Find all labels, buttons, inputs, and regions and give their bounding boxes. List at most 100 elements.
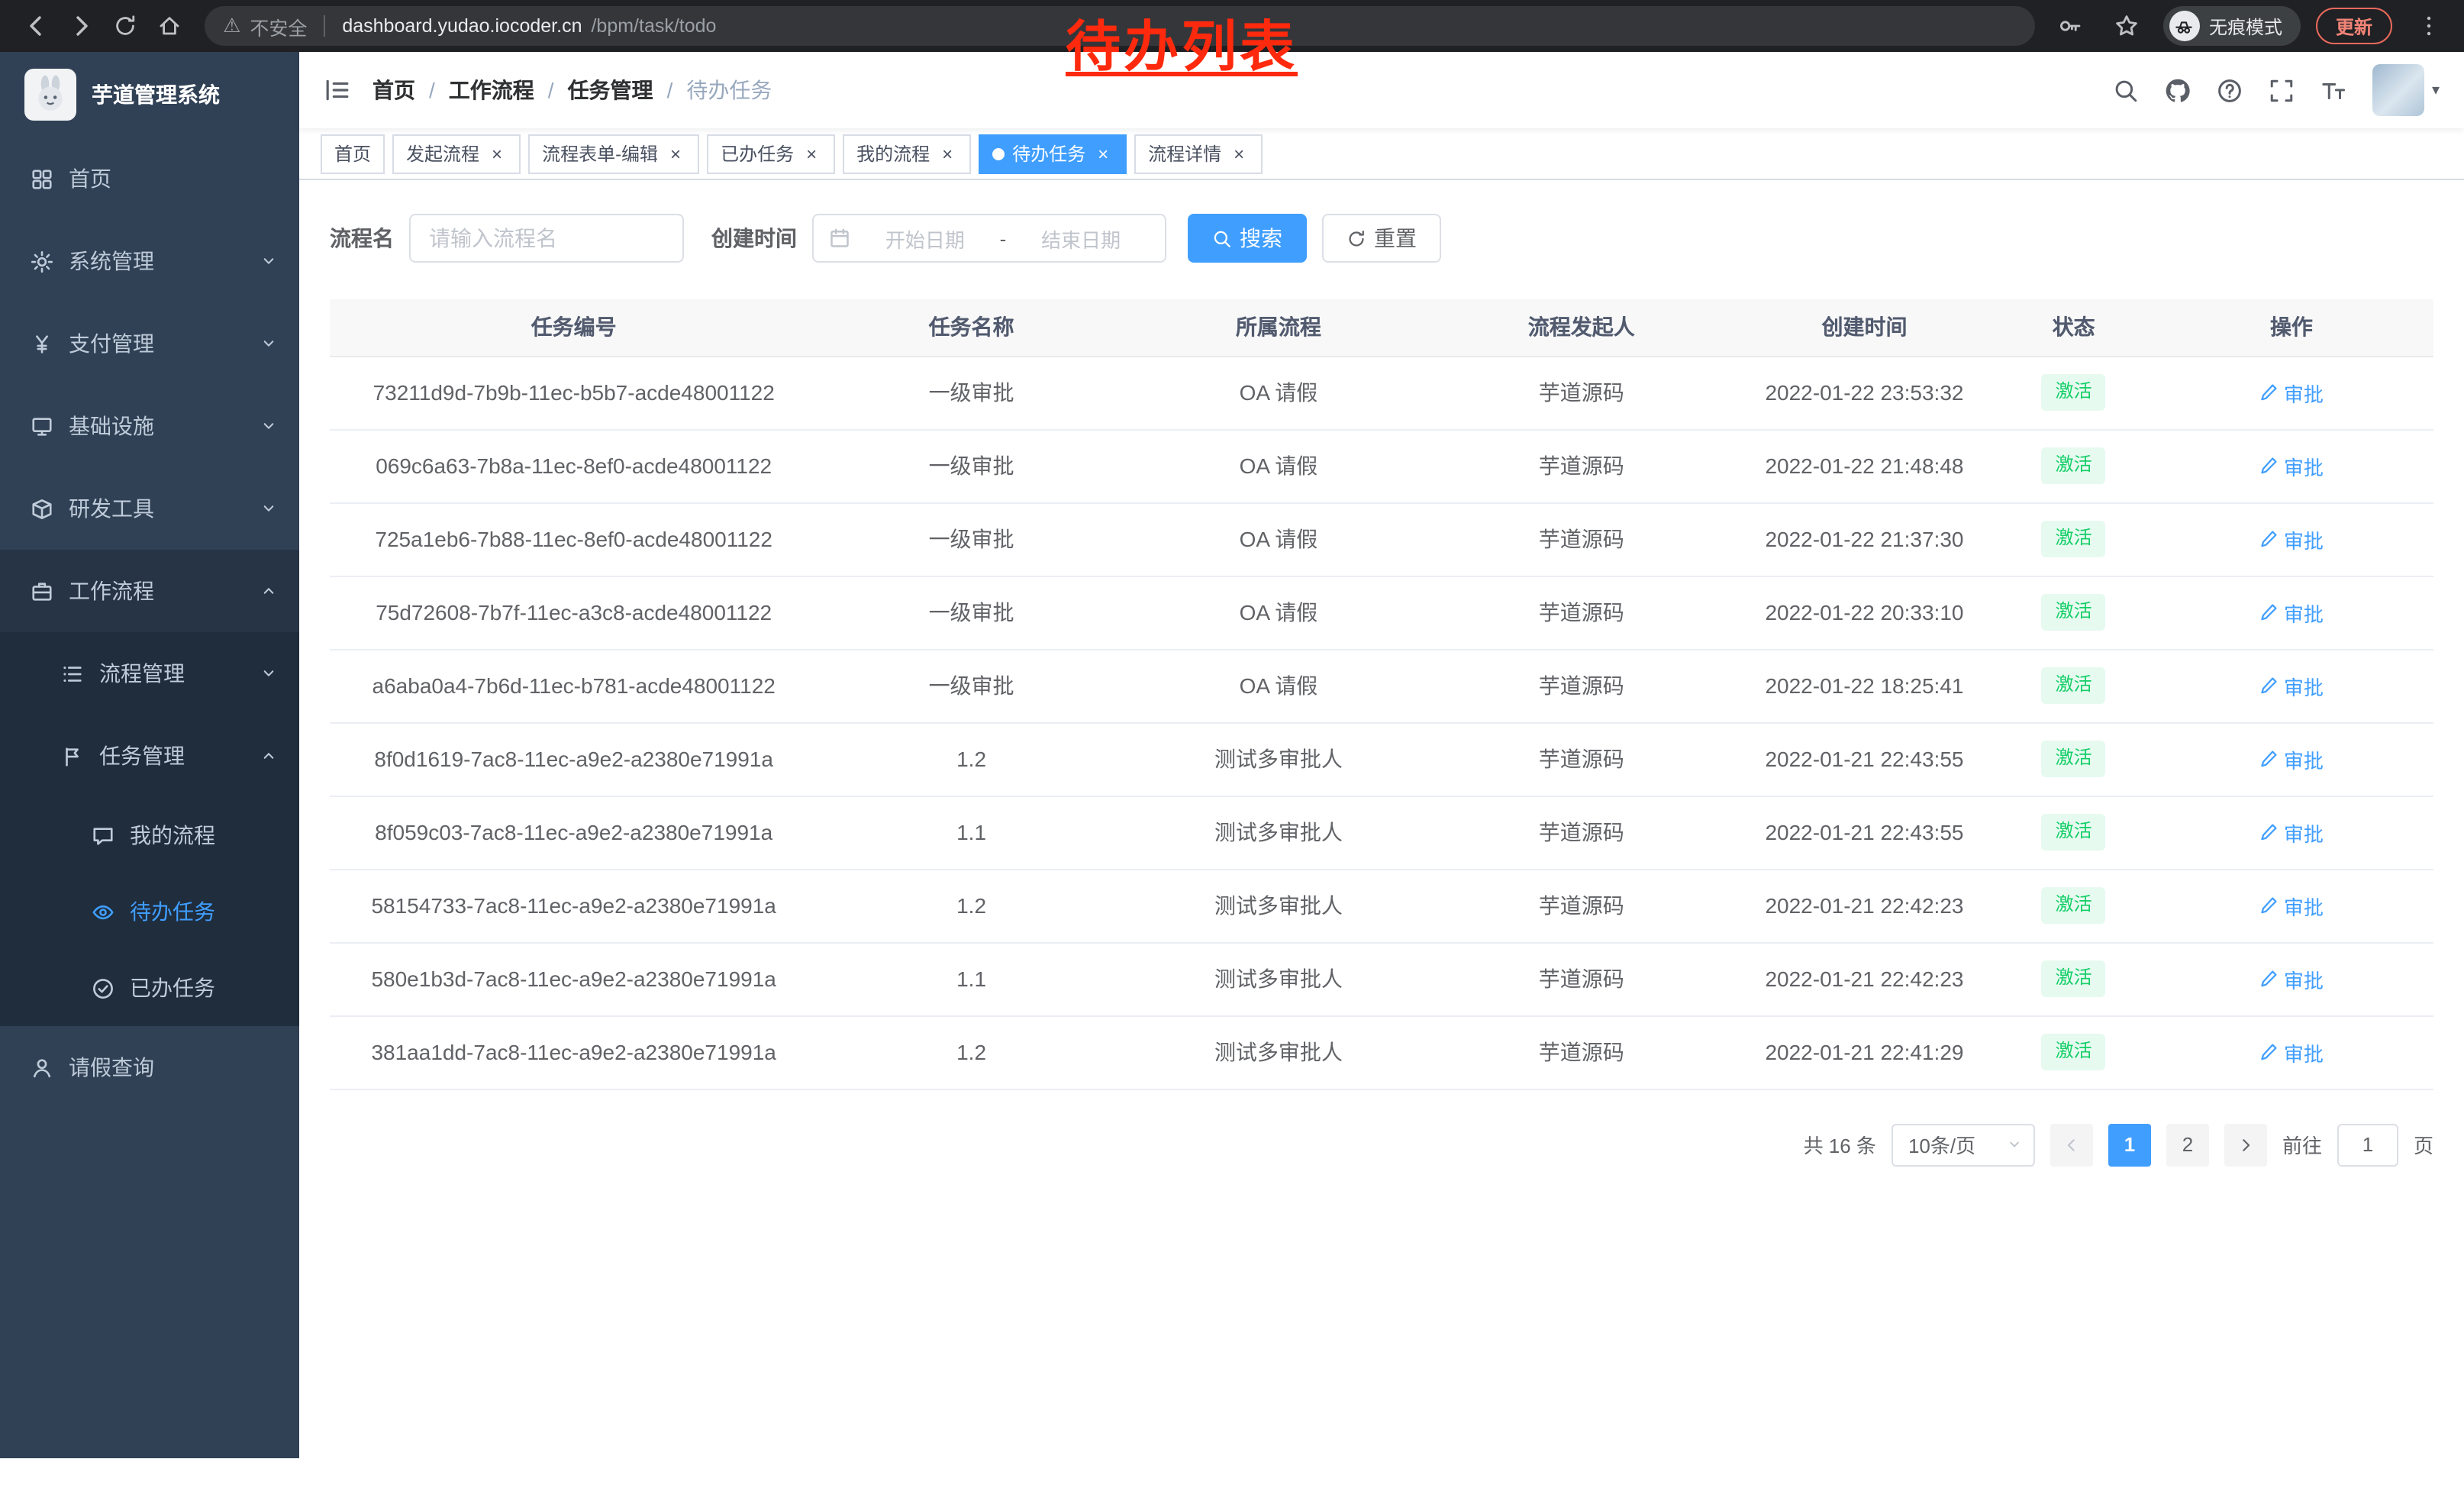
tab-start-process[interactable]: 发起流程× [392,134,521,173]
close-icon[interactable]: × [1093,144,1113,163]
approve-link[interactable]: 审批 [2259,964,2324,993]
process-name-input[interactable] [409,214,684,263]
active-tab-dot [992,147,1005,160]
search-button[interactable]: 搜索 [1188,214,1307,263]
approve-link[interactable]: 审批 [2259,891,2324,920]
fullscreen-icon[interactable] [2269,77,2295,103]
back-icon[interactable] [15,5,56,47]
bookmark-star-icon[interactable] [2107,5,2148,47]
cell-task-name: 一级审批 [818,356,1124,429]
update-button[interactable]: 更新 [2316,8,2392,44]
sidebar-menu: 首页系统管理支付管理基础设施研发工具工作流程流程管理任务管理我的流程待办任务已办… [0,137,299,1109]
pagination: 共 16 条 10条/页 12 前往 页 [330,1123,2433,1166]
incognito-icon [2169,11,2200,41]
cell-task-name: 一级审批 [818,649,1124,722]
approve-link[interactable]: 审批 [2259,378,2324,407]
chevron-down-icon: ▾ [2432,82,2440,98]
annotation-text: 待办列表 [1066,3,1298,82]
cell-task-name: 1.1 [818,942,1124,1015]
sidebar-item-home[interactable]: 首页 [0,137,299,220]
approve-link[interactable]: 审批 [2259,451,2324,480]
breadcrumb-home[interactable]: 首页 [373,75,415,105]
col-process: 所属流程 [1125,299,1432,356]
sidebar-item-todo-task[interactable]: 待办任务 [0,873,299,950]
reload-icon[interactable] [104,5,145,47]
user-menu[interactable]: ▾ [2372,64,2440,116]
page-button-1[interactable]: 1 [2108,1123,2151,1166]
browser-menu-icon[interactable] [2408,5,2449,47]
table-row: 580e1b3d-7ac8-11ec-a9e2-a2380e71991a1.1测… [330,942,2433,1015]
approve-link[interactable]: 审批 [2259,598,2324,627]
table-row: 8f0d1619-7ac8-11ec-a9e2-a2380e71991a1.2测… [330,722,2433,796]
page-button-2[interactable]: 2 [2166,1123,2209,1166]
logo-title: 芋道管理系统 [92,79,220,110]
next-page-button[interactable] [2224,1123,2267,1166]
table-header-row: 任务编号 任务名称 所属流程 流程发起人 创建时间 状态 操作 [330,299,2433,356]
breadcrumb-workflow[interactable]: 工作流程 [449,75,534,105]
help-icon[interactable] [2217,77,2243,103]
approve-link[interactable]: 审批 [2259,1038,2324,1067]
font-size-icon[interactable] [2320,77,2346,103]
prev-page-button[interactable] [2050,1123,2093,1166]
approve-link[interactable]: 审批 [2259,525,2324,554]
close-icon[interactable]: × [487,144,507,163]
github-icon[interactable] [2165,77,2191,103]
edit-icon [2259,896,2278,915]
forward-icon[interactable] [60,5,101,47]
chevron-down-icon [260,499,278,518]
cell-action: 审批 [2150,796,2433,869]
logo[interactable]: 芋道管理系统 [0,52,299,137]
sidebar-item-workflow[interactable]: 工作流程 [0,550,299,632]
tab-label: 首页 [334,140,371,166]
sidebar-item-my-process[interactable]: 我的流程 [0,797,299,873]
breadcrumb-task-mgmt[interactable]: 任务管理 [568,75,653,105]
sidebar-item-infra[interactable]: 基础设施 [0,385,299,467]
reset-button-label: 重置 [1374,223,1417,253]
key-icon[interactable] [2050,5,2091,47]
close-icon[interactable]: × [666,144,685,163]
tab-process-detail[interactable]: 流程详情 × [1134,134,1263,173]
sidebar-item-system[interactable]: 系统管理 [0,220,299,302]
approve-link[interactable]: 审批 [2259,744,2324,773]
tab-label: 已办任务 [721,140,794,166]
cell-status: 激活 [1998,796,2149,869]
tab-label: 流程表单-编辑 [542,140,658,166]
chat-icon [92,824,114,847]
tab-todo-task[interactable]: 待办任务× [979,134,1127,173]
close-icon[interactable]: × [801,144,821,163]
tab-form-edit[interactable]: 流程表单-编辑 × [528,134,699,173]
avatar[interactable] [2372,64,2424,116]
reset-button[interactable]: 重置 [1322,214,1441,263]
sidebar-item-label: 基础设施 [69,411,154,441]
goto-page-input[interactable] [2337,1123,2398,1166]
check-icon [92,976,114,999]
page-size-select[interactable]: 10条/页 [1892,1123,2035,1166]
search-icon[interactable] [2113,77,2139,103]
tab-label: 流程详情 [1148,140,1221,166]
close-icon[interactable]: × [1229,144,1249,163]
approve-link[interactable]: 审批 [2259,671,2324,700]
tab-my-process[interactable]: 我的流程× [843,134,971,173]
approve-link[interactable]: 审批 [2259,818,2324,847]
date-range-picker[interactable]: 开始日期 - 结束日期 [812,214,1166,263]
sidebar-item-devtools[interactable]: 研发工具 [0,467,299,550]
collapse-sidebar-icon[interactable] [324,76,351,104]
sidebar-item-leave-query[interactable]: 请假查询 [0,1026,299,1109]
tab-done-task[interactable]: 已办任务 × [707,134,835,173]
sidebar-item-process-mgmt[interactable]: 流程管理 [0,632,299,715]
todo-task-table: 任务编号 任务名称 所属流程 流程发起人 创建时间 状态 操作 73211d9d… [330,299,2433,1089]
close-icon[interactable]: × [937,144,957,163]
page-buttons: 12 [2108,1123,2209,1166]
sidebar-item-done-task[interactable]: 已办任务 [0,950,299,1026]
sidebar: 芋道管理系统 首页系统管理支付管理基础设施研发工具工作流程流程管理任务管理我的流… [0,52,299,1458]
cell-task-id: 381aa1dd-7ac8-11ec-a9e2-a2380e71991a [330,1015,818,1089]
cell-task-id: 75d72608-7b7f-11ec-a3c8-acde48001122 [330,576,818,649]
home-icon[interactable] [148,5,189,47]
sidebar-item-payment[interactable]: 支付管理 [0,302,299,385]
app-window: 芋道管理系统 首页系统管理支付管理基础设施研发工具工作流程流程管理任务管理我的流… [0,52,2464,1458]
col-status: 状态 [1998,299,2149,356]
sidebar-item-task-mgmt[interactable]: 任务管理 [0,715,299,797]
tab-home[interactable]: 首页 [321,134,385,173]
cell-starter: 芋道源码 [1432,356,1730,429]
cell-action: 审批 [2150,649,2433,722]
